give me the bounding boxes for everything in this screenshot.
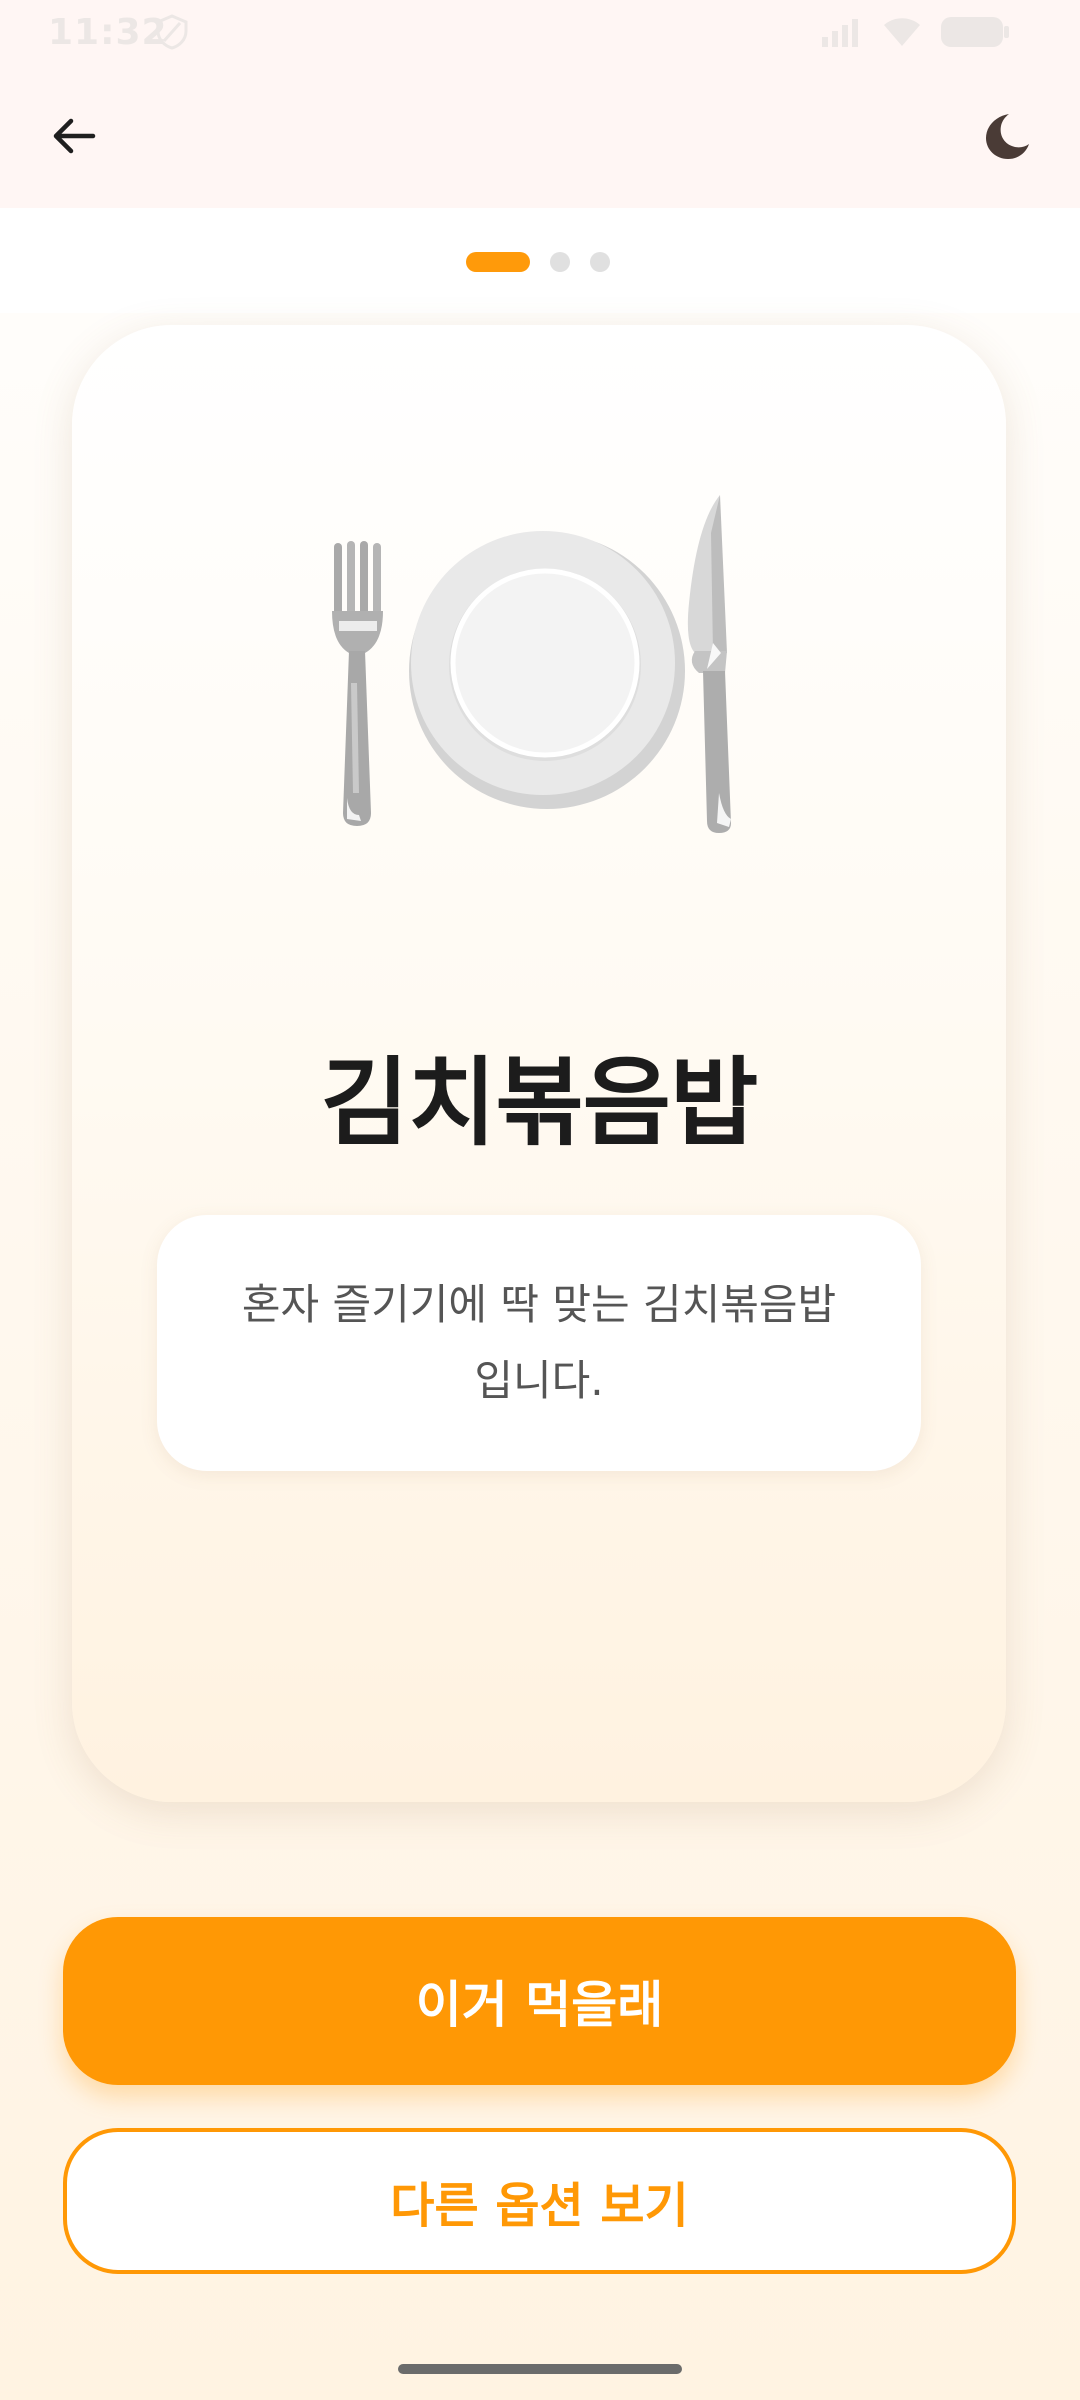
knife-icon bbox=[687, 495, 731, 833]
menu-card[interactable]: 김치볶음밥 혼자 즐기기에 딱 맞는 김치볶음밥 입니다. bbox=[72, 325, 1006, 1802]
page-indicator bbox=[0, 208, 1080, 313]
page-dot bbox=[550, 252, 570, 272]
theme-toggle-button[interactable] bbox=[974, 104, 1038, 168]
fork-icon bbox=[332, 541, 383, 826]
home-indicator[interactable] bbox=[398, 2364, 682, 2374]
page-dot bbox=[590, 252, 610, 272]
back-button[interactable] bbox=[42, 104, 106, 168]
moon-icon bbox=[986, 114, 1029, 159]
battery-icon bbox=[941, 17, 1009, 47]
vpn-shield-icon bbox=[156, 14, 188, 50]
wifi-icon bbox=[884, 18, 920, 46]
app-bar bbox=[0, 62, 1080, 208]
status-time: 11:32 bbox=[48, 12, 168, 53]
menu-description-box: 혼자 즐기기에 딱 맞는 김치볶음밥 입니다. bbox=[157, 1215, 921, 1471]
arrow-left-icon bbox=[53, 118, 96, 154]
menu-title: 김치볶음밥 bbox=[320, 1047, 759, 1159]
other-options-button[interactable]: 다른 옵션 보기 bbox=[63, 2128, 1016, 2274]
fork-knife-plate-icon bbox=[332, 495, 731, 833]
menu-description: 혼자 즐기기에 딱 맞는 김치볶음밥 입니다. bbox=[241, 1280, 837, 1405]
page-dot-active bbox=[466, 252, 530, 272]
status-icons bbox=[820, 14, 1010, 50]
status-bar: 11:32 bbox=[0, 0, 1080, 62]
plate-icon bbox=[409, 531, 685, 809]
signal-icon bbox=[822, 19, 858, 47]
choose-this-button[interactable]: 이거 먹을래 bbox=[63, 1917, 1016, 2085]
